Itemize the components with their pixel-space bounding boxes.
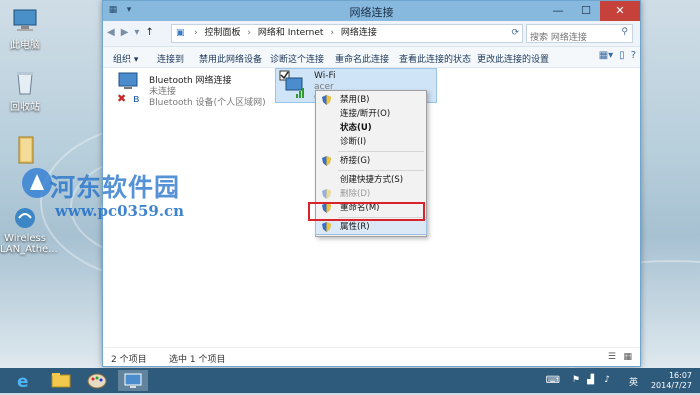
connection-device: Bluetooth 设备(个人区域网)	[149, 98, 266, 108]
watermark-logo	[20, 166, 54, 200]
organize-button[interactable]: 组织 ▾	[113, 52, 138, 65]
file-explorer-icon[interactable]	[46, 370, 76, 391]
ime-indicator[interactable]: 英	[629, 375, 638, 388]
watermark-url: www.pc0359.cn	[55, 202, 185, 220]
menu-item-label: 禁用(B)	[340, 95, 370, 105]
menu-item-label: 状态(U)	[340, 123, 372, 133]
desktop-icon-label: 此电脑	[10, 40, 40, 51]
view-options-icon[interactable]: ▦▾	[599, 50, 613, 61]
taskbar: e ⌨ ⚑ ▟ ♪ 英 16:07 2014/7/27	[0, 368, 700, 393]
list-item[interactable]: ✖ ʙ Bluetooth 网络连接 未连接 Bluetooth 设备(个人区域网…	[115, 71, 266, 108]
minimize-button[interactable]: —	[544, 1, 572, 21]
command-bar: 组织 ▾ 连接到 禁用此网络设备 诊断这个连接 重命名此连接 查看此连接的状态 …	[103, 47, 640, 68]
view-status-button[interactable]: 查看此连接的状态	[399, 52, 471, 65]
title-bar[interactable]: ▦ ▾ 网络连接 — ☐ ✕	[103, 1, 640, 21]
shield-icon	[322, 222, 331, 232]
diagnose-button[interactable]: 诊断这个连接	[270, 52, 324, 65]
svg-text:ʙ: ʙ	[133, 92, 139, 105]
desktop-icon-label: 回收站	[10, 102, 40, 113]
recent-dropdown-icon[interactable]: ▾	[134, 27, 139, 38]
menu-item-label: 连接/断开(O)	[340, 109, 391, 119]
menu-item-connect-disconnect[interactable]: 连接/断开(O)	[316, 107, 426, 121]
network-tray-icon[interactable]: ▟	[587, 375, 594, 385]
menu-item-create-shortcut[interactable]: 创建快捷方式(S)	[316, 173, 426, 187]
wifi-connection-icon	[278, 70, 308, 98]
forward-arrow-icon[interactable]: ▶	[121, 27, 129, 38]
breadcrumb-network-connections[interactable]: 网络连接	[341, 28, 377, 38]
disable-device-button[interactable]: 禁用此网络设备	[199, 52, 262, 65]
network-connections-taskbar-icon[interactable]	[118, 370, 148, 391]
clock-date: 2014/7/27	[650, 381, 692, 390]
menu-item-diagnose[interactable]: 诊断(I)	[316, 135, 426, 149]
menu-item-label: 创建快捷方式(S)	[340, 175, 404, 185]
paint-icon[interactable]	[82, 370, 112, 391]
preview-pane-icon[interactable]: ▯	[619, 50, 625, 61]
clock-time: 16:07	[668, 371, 692, 380]
watermark-title: 河东软件园	[50, 173, 181, 202]
computer-icon	[11, 8, 39, 34]
svg-text:✖: ✖	[117, 92, 126, 105]
up-arrow-icon[interactable]: ↑	[145, 27, 153, 38]
desktop-icon-wireless-lan[interactable]: Wireless LAN_Athe...	[0, 205, 58, 255]
status-bar: 2 个项目 选中 1 个项目 ☰ ▦	[103, 347, 640, 366]
highlight-box	[308, 202, 425, 221]
menu-item-status[interactable]: 状态(U)	[316, 121, 426, 135]
menu-item-disable[interactable]: 禁用(B)	[316, 93, 426, 107]
connection-name: Wi-Fi	[314, 71, 336, 81]
shield-icon	[322, 95, 331, 105]
shield-icon	[322, 156, 331, 166]
menu-item-label: 属性(R)	[340, 222, 370, 232]
maximize-button[interactable]: ☐	[572, 1, 600, 21]
rename-button[interactable]: 重命名此连接	[335, 52, 389, 65]
bluetooth-connection-icon: ✖ ʙ	[115, 71, 145, 105]
desktop-icon-recycle-bin[interactable]: 回收站	[0, 70, 50, 113]
search-input[interactable]	[527, 29, 619, 47]
control-panel-icon: ▣	[176, 28, 185, 38]
address-bar[interactable]: ▣ › 控制面板 › 网络和 Internet › 网络连接 ⟳	[171, 24, 523, 43]
menu-item-properties[interactable]: 属性(R)	[315, 219, 427, 235]
change-settings-button[interactable]: 更改此连接的设置	[477, 52, 549, 65]
back-arrow-icon[interactable]: ◀	[107, 27, 115, 38]
breadcrumb-separator: ›	[247, 28, 251, 38]
menu-item-label: 删除(D)	[340, 189, 371, 199]
desktop-icon-folder[interactable]	[0, 135, 50, 164]
clock[interactable]: 16:07 2014/7/27	[651, 371, 692, 391]
refresh-icon[interactable]: ⟳	[511, 25, 519, 42]
selected-count: 选中 1 个项目	[169, 355, 226, 365]
large-icons-view-icon[interactable]: ▦	[623, 352, 632, 362]
desktop-icon-label: Wireless LAN_Athe...	[0, 233, 58, 255]
search-box[interactable]: ⚲	[526, 24, 633, 47]
recycle-bin-icon	[11, 70, 39, 96]
breadcrumb-control-panel[interactable]: 控制面板	[204, 28, 240, 38]
internet-explorer-icon[interactable]: e	[10, 370, 40, 392]
help-icon[interactable]: ?	[631, 50, 636, 61]
menu-item-delete: 删除(D)	[316, 187, 426, 201]
breadcrumb-network-internet[interactable]: 网络和 Internet	[258, 28, 324, 38]
item-count: 2 个项目	[111, 355, 147, 365]
menu-item-label: 诊断(I)	[340, 137, 367, 147]
menu-separator	[338, 151, 424, 152]
shield-icon	[322, 189, 331, 199]
menu-separator	[338, 170, 424, 171]
connect-to-button[interactable]: 连接到	[157, 52, 184, 65]
menu-item-label: 桥接(G)	[340, 156, 371, 166]
wireless-adapter-icon	[11, 205, 39, 231]
breadcrumb-separator: ›	[194, 28, 198, 38]
svg-text:e: e	[17, 372, 29, 391]
address-row: ◀ ▶ ▾ ↑ ▣ › 控制面板 › 网络和 Internet › 网络连接 ⟳…	[103, 21, 640, 47]
folder-icon	[11, 135, 39, 164]
menu-item-bridge[interactable]: 桥接(G)	[316, 154, 426, 168]
details-view-icon[interactable]: ☰	[608, 352, 616, 362]
desktop-icon-this-pc[interactable]: 此电脑	[0, 8, 50, 51]
search-icon[interactable]: ⚲	[621, 27, 628, 37]
keyboard-icon[interactable]: ⌨	[546, 375, 560, 386]
breadcrumb-separator: ›	[330, 28, 334, 38]
close-button[interactable]: ✕	[600, 1, 640, 21]
volume-icon[interactable]: ♪	[604, 375, 610, 385]
notification-flag-icon[interactable]: ⚑	[572, 375, 580, 385]
